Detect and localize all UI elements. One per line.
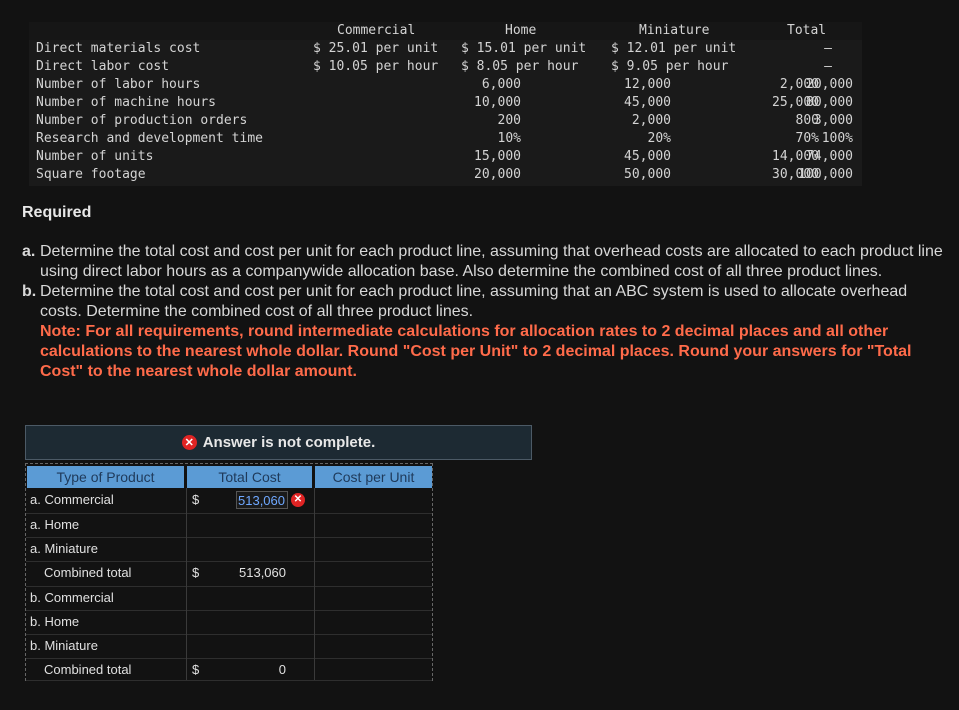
data-cell-total: 74,000 <box>806 149 853 164</box>
data-cell-commercial: 200 <box>497 113 521 128</box>
answer-row: Combined total $513,060 <box>26 561 432 587</box>
grid-header-cost-per-unit: Cost per Unit <box>315 466 432 488</box>
cost-per-unit-cell[interactable] <box>318 658 428 680</box>
answer-row: a. Commercial $513,060 ✕ <box>26 488 432 514</box>
x-circle-icon: ✕ <box>181 435 197 450</box>
data-cell-miniature: $ 9.05 per hour <box>611 59 729 74</box>
data-cell-commercial: 10,000 <box>474 95 521 110</box>
data-cell-home: 12,000 <box>624 77 671 92</box>
data-row-label: Direct materials cost <box>36 41 201 56</box>
cost-per-unit-cell[interactable] <box>318 634 428 656</box>
cost-per-unit-cell[interactable] <box>318 537 428 559</box>
dollar-sign: $ <box>192 662 200 677</box>
answer-row: Combined total $0 <box>26 658 432 681</box>
data-row-label: Number of units <box>36 149 154 164</box>
cost-per-unit-cell[interactable] <box>318 610 428 632</box>
answer-row: b. Commercial <box>26 586 432 611</box>
requirement-b: b. Determine the total cost and cost per… <box>22 282 952 322</box>
column-divider <box>186 488 187 680</box>
required-heading: Required <box>22 204 92 221</box>
data-cell-miniature: 70% <box>795 131 819 146</box>
answer-row-label: a. Commercial <box>30 492 114 507</box>
requirement-b-text: Determine the total cost and cost per un… <box>40 283 908 320</box>
data-cell-miniature: $ 12.01 per unit <box>611 41 737 56</box>
requirements-list: a. Determine the total cost and cost per… <box>22 242 952 382</box>
data-row-label: Direct labor cost <box>36 59 170 74</box>
answer-row: a. Miniature <box>26 537 432 562</box>
data-cell-commercial: 6,000 <box>481 77 521 92</box>
incorrect-x-icon: ✕ <box>291 493 305 507</box>
col-header-home: Home <box>505 23 537 38</box>
col-header-commercial: Commercial <box>337 23 416 38</box>
data-cell-commercial: 20,000 <box>474 167 521 182</box>
data-cell-commercial: $ 25.01 per unit <box>313 41 439 56</box>
cost-per-unit-cell[interactable] <box>318 561 428 583</box>
data-row-label: Research and development time <box>36 131 263 146</box>
data-cell-home: $ 8.05 per hour <box>461 59 579 74</box>
dollar-sign: $ <box>192 565 200 580</box>
grid-header-type: Type of Product <box>27 466 184 488</box>
cost-per-unit-cell[interactable] <box>318 488 428 510</box>
data-cell-home: 50,000 <box>624 167 671 182</box>
answer-row-label: Combined total <box>44 565 132 580</box>
answer-row: b. Home <box>26 610 432 635</box>
data-row-label: Square footage <box>36 167 146 182</box>
data-cell-commercial: 15,000 <box>474 149 521 164</box>
answer-row: b. Miniature <box>26 634 432 659</box>
data-row-label: Number of production orders <box>36 113 248 128</box>
data-cell-total: – <box>824 41 832 56</box>
requirement-b-label: b. <box>22 283 37 300</box>
data-cell-home: 45,000 <box>624 149 671 164</box>
requirement-a: a. Determine the total cost and cost per… <box>22 242 952 282</box>
requirement-a-label: a. <box>22 243 36 260</box>
data-cell-home: $ 15.01 per unit <box>461 41 587 56</box>
table-header-row <box>29 22 862 40</box>
answer-row-label: b. Home <box>30 614 80 629</box>
total-cost-cell[interactable]: 0 <box>279 658 286 682</box>
cost-per-unit-cell[interactable] <box>318 513 428 535</box>
data-row-label: Number of machine hours <box>36 95 217 110</box>
cost-per-unit-cell[interactable] <box>318 586 428 608</box>
col-header-total: Total <box>787 23 827 38</box>
data-cell-total: 100,000 <box>798 167 853 182</box>
data-cell-total: – <box>824 59 832 74</box>
data-cell-home: 2,000 <box>631 113 671 128</box>
data-cell-home: 20% <box>647 131 671 146</box>
data-cell-total: 20,000 <box>806 77 853 92</box>
total-cost-cell[interactable]: 513,060 <box>239 561 286 585</box>
rounding-note: Note: For all requirements, round interm… <box>40 323 912 380</box>
data-cell-commercial: 10% <box>497 131 521 146</box>
answer-grid: Type of Product Total Cost Cost per Unit… <box>25 463 433 681</box>
answer-row-label: b. Miniature <box>30 638 98 653</box>
column-divider <box>314 488 315 680</box>
answer-row: a. Home <box>26 513 432 538</box>
dollar-sign: $ <box>192 492 200 507</box>
data-cell-total: 100% <box>821 131 853 146</box>
answer-row-label: b. Commercial <box>30 590 114 605</box>
data-cell-home: 45,000 <box>624 95 671 110</box>
answer-row-label: a. Miniature <box>30 541 98 556</box>
data-cell-total: 3,000 <box>813 113 853 128</box>
total-cost-input[interactable]: 513,060 <box>236 491 288 509</box>
data-cell-total: 80,000 <box>806 95 853 110</box>
data-row-label: Number of labor hours <box>36 77 201 92</box>
grid-header-total-cost: Total Cost <box>187 466 312 488</box>
data-cell-commercial: $ 10.05 per hour <box>313 59 439 74</box>
answer-status-text: Answer is not complete. <box>202 434 376 451</box>
cost-data-table: Commercial Home Miniature Total Direct m… <box>29 22 862 186</box>
requirement-a-text: Determine the total cost and cost per un… <box>40 243 943 280</box>
answer-row-label: Combined total <box>44 662 132 677</box>
answer-status-banner: ✕ Answer is not complete. <box>25 425 532 460</box>
col-header-miniature: Miniature <box>639 23 710 38</box>
answer-row-label: a. Home <box>30 517 80 532</box>
